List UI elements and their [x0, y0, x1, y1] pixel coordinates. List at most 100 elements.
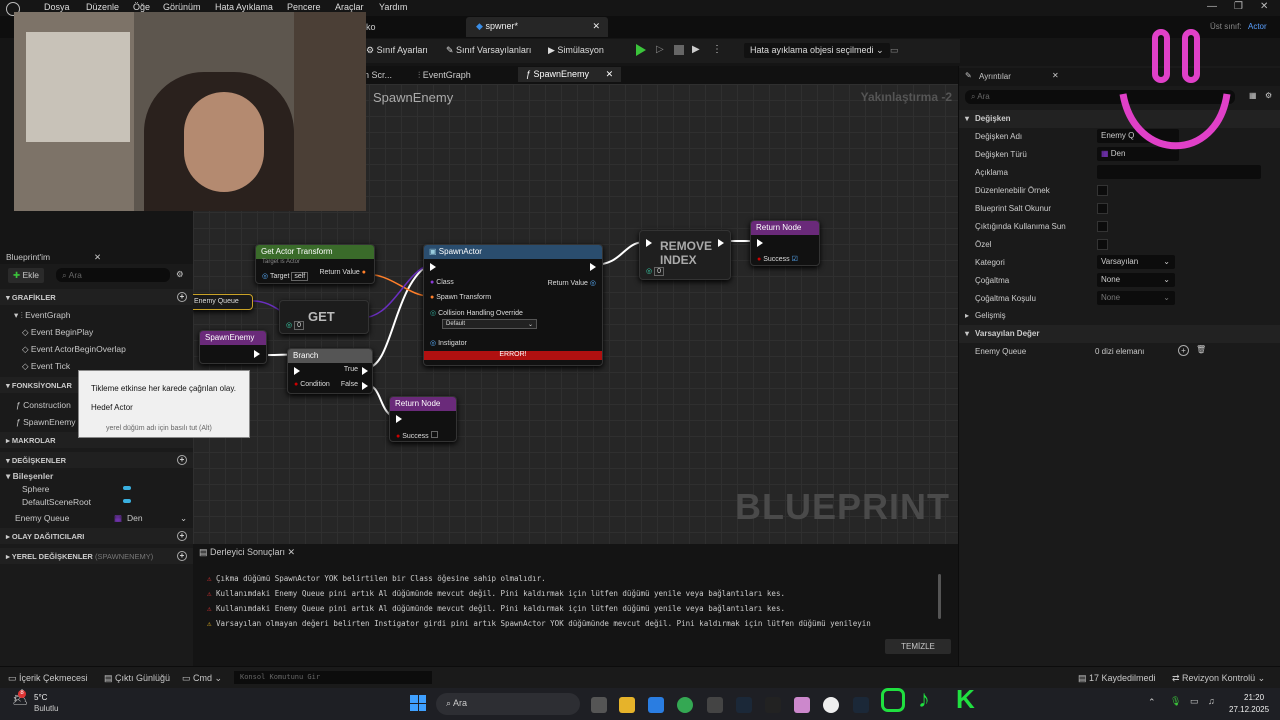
minimize-icon[interactable]: —	[1207, 1, 1217, 12]
add-element-icon[interactable]: +	[1178, 345, 1189, 356]
class-pin[interactable]: ● Class	[430, 279, 454, 286]
maximize-icon[interactable]: ❐	[1234, 1, 1243, 12]
settings-gear-icon[interactable]: ⚙	[176, 269, 184, 280]
tree-event-overlap[interactable]: ◇ Event ActorBeginOverlap	[0, 344, 193, 355]
node-branch[interactable]: Branch ● Condition True False	[287, 348, 373, 394]
class-settings-button[interactable]: ⚙ Sınıf Ayarları	[366, 45, 428, 56]
detail-checkbox[interactable]	[1097, 203, 1108, 214]
steam-icon-2[interactable]	[853, 697, 869, 713]
detail-checkbox[interactable]	[1097, 239, 1108, 250]
tray-chevron-icon[interactable]: ⌃	[1148, 697, 1156, 708]
node-spawn-actor[interactable]: ▣ SpawnActor ● Class Return Value ◎ ● Sp…	[423, 244, 603, 366]
var-scene-root[interactable]: DefaultSceneRoot	[0, 497, 193, 507]
trash-icon[interactable]: 🗑	[1196, 345, 1206, 354]
variables-section[interactable]: ▾ DEĞİŞKENLER +	[0, 452, 193, 468]
detail-select[interactable]: Varsayılan ⌄	[1097, 255, 1175, 269]
node-return-2[interactable]: Return Node ● Success	[389, 396, 457, 442]
detail-select[interactable]: None ⌄	[1097, 291, 1175, 305]
output-log-button[interactable]: ▤ Çıktı Günlüğü	[104, 673, 170, 684]
menu-view[interactable]: Görünüm	[163, 2, 201, 12]
taskbar-search[interactable]: ⌕ Ara	[436, 693, 580, 715]
spawn-exec-out[interactable]	[590, 263, 596, 271]
unsaved-button[interactable]: ▤ 17 Kaydedilmedi	[1078, 673, 1156, 684]
spawn-return-pin[interactable]: Return Value ◎	[548, 279, 596, 287]
remove-exec-in[interactable]	[646, 239, 652, 247]
task-view-icon[interactable]	[591, 697, 607, 713]
default-section[interactable]: ▾ Varsayılan Değer	[959, 325, 1280, 343]
menu-edit[interactable]: Düzenle	[86, 2, 119, 12]
tab-spwner[interactable]: ◆ spwner* ✕	[466, 17, 608, 37]
graphs-section[interactable]: ▾ GRAFİKLER +	[0, 289, 193, 305]
detail-checkbox[interactable]	[1097, 221, 1108, 232]
store-icon[interactable]	[648, 697, 664, 713]
close-tab-icon[interactable]: ✕	[592, 21, 600, 32]
menu-tools[interactable]: Araçlar	[335, 2, 364, 12]
app-icon-2[interactable]	[794, 697, 810, 713]
compiler-tab[interactable]: ▤ Derleyici Sonuçları ✕	[199, 547, 295, 558]
close-details-icon[interactable]: ✕	[1052, 71, 1059, 80]
log-scrollbar[interactable]	[193, 622, 931, 630]
stop-icon[interactable]	[674, 45, 684, 55]
tab-partial[interactable]: ko	[366, 22, 376, 32]
content-drawer-button[interactable]: ▭ İçerik Çekmecesi	[8, 673, 88, 684]
detail-input[interactable]	[1097, 165, 1261, 179]
spawn-exec-in[interactable]	[430, 263, 436, 271]
collision-pin[interactable]: ◎ Collision Handling Override	[430, 309, 523, 317]
clear-button[interactable]: TEMİZLE	[885, 639, 951, 654]
return1-exec-in[interactable]	[757, 239, 763, 247]
tab-event-graph[interactable]: ⫶ EventGraph	[418, 70, 471, 81]
panel-search[interactable]: ⌕ Ara	[56, 268, 170, 282]
entry-exec-out[interactable]	[254, 350, 260, 358]
console-input[interactable]: Konsol Komutunu Gir	[234, 671, 432, 684]
menu-file[interactable]: Dosya	[44, 2, 70, 12]
grid-view-icon[interactable]: ▦	[1249, 91, 1257, 100]
node-enemy-queue[interactable]: Enemy Queue	[193, 294, 253, 310]
instigator-pin[interactable]: ◎ Instigator	[430, 339, 467, 347]
vertical-scrollbar[interactable]	[938, 574, 941, 619]
details-settings-icon[interactable]: ⚙	[1265, 91, 1272, 100]
local-vars-section[interactable]: ▸ YEREL DEĞİŞKENLER (SPAWNENEMY) +	[0, 548, 193, 564]
tab-construction-partial[interactable]: n Scr...	[364, 70, 392, 80]
unreal-taskbar-icon[interactable]	[823, 697, 839, 713]
microphone-icon[interactable]: 🎙	[1170, 696, 1181, 707]
target-pin[interactable]: ◎ Target self	[262, 272, 309, 281]
add-button[interactable]: ✚ Ekle	[8, 268, 45, 283]
node-remove-index[interactable]: REMOVE INDEX ◎ 0	[639, 230, 731, 280]
parent-class-link[interactable]: Actor	[1248, 22, 1267, 31]
menu-help[interactable]: Yardım	[379, 2, 407, 12]
app-icon[interactable]	[707, 697, 723, 713]
var-enemy-queue[interactable]: Enemy Queue ▦ Den ⌄	[0, 513, 193, 523]
chrome-icon[interactable]	[677, 697, 693, 713]
class-defaults-button[interactable]: ✎ Sınıf Varsayılanları	[446, 45, 531, 56]
add-graph-icon[interactable]: +	[177, 292, 187, 302]
components-group[interactable]: ▾ Bileşenler	[0, 471, 193, 482]
epic-games-icon[interactable]	[765, 697, 781, 713]
steam-icon[interactable]	[736, 697, 752, 713]
tab-spawn-enemy[interactable]: ƒ SpawnEnemy ✕	[518, 67, 622, 82]
chevron-down-icon[interactable]: ⌄	[180, 513, 187, 524]
node-return-1[interactable]: Return Node ● Success ☑	[750, 220, 820, 266]
file-explorer-icon[interactable]	[619, 697, 635, 713]
debug-object-select[interactable]: Hata ayıklama objesi seçilmedi ⌄	[744, 43, 890, 58]
advanced-section[interactable]: ▸ Gelişmiş	[959, 307, 1280, 325]
more-icon[interactable]: ⋮	[712, 44, 724, 56]
return2-success-pin[interactable]: ● Success	[396, 431, 438, 440]
dispatchers-section[interactable]: ▸ OLAY DAĞITICILARI +	[0, 528, 193, 544]
cmd-select[interactable]: ▭ Cmd ⌄	[182, 673, 222, 684]
var-sphere[interactable]: Sphere	[0, 484, 193, 494]
close-window-icon[interactable]: ✕	[1260, 1, 1268, 12]
close-graph-tab-icon[interactable]: ✕	[606, 69, 614, 79]
remove-index-pin[interactable]: ◎ 0	[646, 267, 664, 276]
detail-select[interactable]: None ⌄	[1097, 273, 1175, 287]
eject-icon[interactable]: ▶	[692, 44, 704, 56]
volume-icon[interactable]: ♫	[1208, 696, 1215, 706]
true-exec-out[interactable]	[362, 367, 368, 375]
revision-control-button[interactable]: ⇄ Revizyon Kontrolü ⌄	[1172, 673, 1265, 684]
collision-select[interactable]: Default ⌄	[442, 319, 537, 329]
add-dispatcher-icon[interactable]: +	[177, 531, 187, 541]
remove-exec-out[interactable]	[718, 239, 724, 247]
node-get[interactable]: GET ◎ 0	[279, 300, 369, 334]
false-exec-out[interactable]	[362, 382, 368, 390]
menu-debug[interactable]: Hata Ayıklama	[215, 2, 273, 12]
find-icon[interactable]: ▭	[890, 45, 899, 56]
